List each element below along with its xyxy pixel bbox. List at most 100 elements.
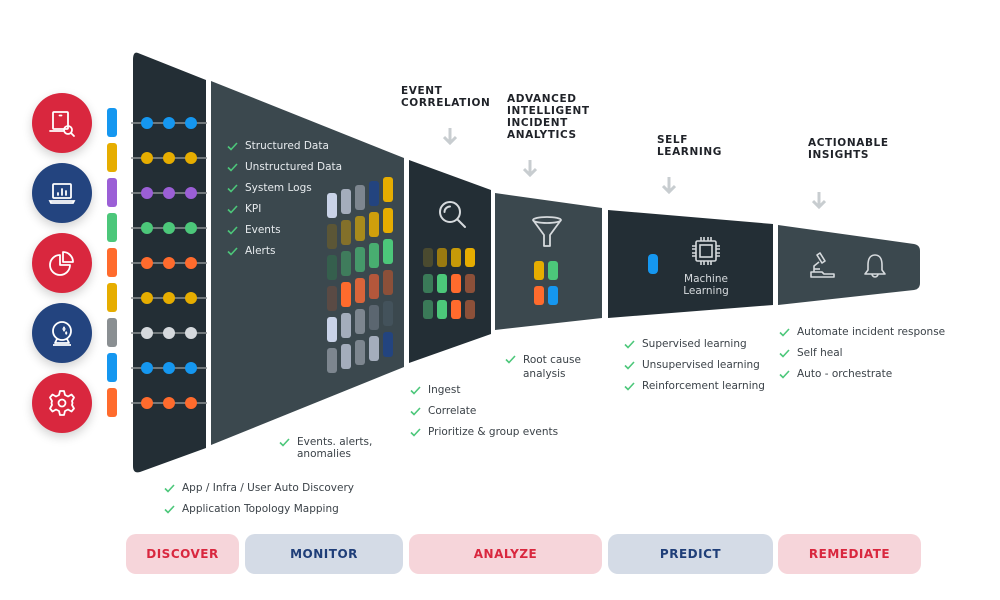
grid-cell bbox=[355, 340, 365, 365]
monitor-output-list: Events. alerts, anomalies bbox=[279, 436, 372, 460]
grid-cell bbox=[341, 313, 351, 338]
check-icon bbox=[624, 340, 635, 349]
check-icon bbox=[227, 163, 238, 172]
check-icon bbox=[164, 505, 175, 514]
grid-cell bbox=[451, 300, 461, 319]
check-icon bbox=[279, 438, 290, 447]
source-dot bbox=[185, 292, 197, 304]
funnel-diagram bbox=[131, 52, 920, 473]
check-icon bbox=[779, 328, 790, 337]
phase-predict[interactable]: PREDICT bbox=[608, 534, 773, 574]
source-dot bbox=[163, 327, 175, 339]
list-item: Unstructured Data bbox=[227, 161, 342, 182]
source-color-bar bbox=[107, 178, 117, 207]
correlation-features-list: Ingest Correlate Prioritize & group even… bbox=[410, 384, 558, 447]
grid-cell bbox=[383, 177, 393, 202]
grid-cell bbox=[369, 274, 379, 299]
source-dot bbox=[141, 362, 153, 374]
grid-cell bbox=[465, 248, 475, 267]
list-item: Automate incident response bbox=[779, 326, 945, 347]
grid-cell bbox=[355, 247, 365, 272]
check-icon bbox=[505, 355, 516, 364]
grid-cell bbox=[327, 286, 337, 311]
list-item: Prioritize & group events bbox=[410, 426, 558, 447]
crystal-ball-icon bbox=[52, 321, 72, 346]
grid-cell bbox=[465, 274, 475, 293]
source-dot bbox=[163, 397, 175, 409]
phase-monitor[interactable]: MONITOR bbox=[245, 534, 403, 574]
pie-chart-icon bbox=[49, 251, 74, 276]
predict-circle bbox=[32, 303, 92, 363]
source-dot bbox=[163, 187, 175, 199]
source-color-bar bbox=[107, 108, 117, 137]
grid-cell bbox=[383, 270, 393, 295]
grid-cell bbox=[437, 274, 447, 293]
source-dot bbox=[141, 117, 153, 129]
monitor-inputs-list: Structured Data Unstructured Data System… bbox=[227, 140, 342, 266]
source-dot bbox=[141, 152, 153, 164]
grid-cell bbox=[548, 286, 558, 305]
grid-cell bbox=[355, 185, 365, 210]
grid-cell bbox=[534, 286, 544, 305]
phase-remediate[interactable]: REMEDIATE bbox=[778, 534, 921, 574]
grid-cell bbox=[423, 300, 433, 319]
title-actionable-insights: ACTIONABLE INSIGHTS bbox=[808, 137, 889, 161]
analytics-features-list: Root cause analysis bbox=[505, 353, 581, 381]
source-dot bbox=[141, 397, 153, 409]
source-color-bar bbox=[107, 213, 117, 242]
title-event-correlation: EVENT CORRELATION bbox=[401, 85, 491, 109]
grid-cell bbox=[355, 278, 365, 303]
source-dot bbox=[163, 222, 175, 234]
learning-features-list: Supervised learning Unsupervised learnin… bbox=[624, 338, 765, 401]
source-color-bar bbox=[107, 283, 117, 312]
source-color-bar bbox=[107, 318, 117, 347]
machine-learning-label: Machine Learning bbox=[683, 273, 729, 297]
grid-cell bbox=[383, 239, 393, 264]
laptop-chart-icon bbox=[48, 183, 76, 204]
grid-cell bbox=[327, 255, 337, 280]
list-item: System Logs bbox=[227, 182, 342, 203]
grid-cell bbox=[383, 208, 393, 233]
list-item: KPI bbox=[227, 203, 342, 224]
check-icon bbox=[227, 184, 238, 193]
grid-cell bbox=[451, 274, 461, 293]
list-item: Supervised learning bbox=[624, 338, 765, 359]
list-item: Ingest bbox=[410, 384, 558, 405]
list-item: Events bbox=[227, 224, 342, 245]
source-dot bbox=[185, 222, 197, 234]
grid-cell bbox=[327, 193, 337, 218]
arrow-down-icon bbox=[523, 160, 537, 178]
list-item: Self heal bbox=[779, 347, 945, 368]
source-dot bbox=[185, 362, 197, 374]
grid-cell bbox=[437, 248, 447, 267]
source-dot bbox=[185, 327, 197, 339]
discover-features-list: App / Infra / User Auto Discovery Applic… bbox=[164, 482, 354, 524]
check-icon bbox=[227, 205, 238, 214]
grid-cell bbox=[327, 348, 337, 373]
check-icon bbox=[624, 361, 635, 370]
source-dot bbox=[185, 152, 197, 164]
source-dot bbox=[163, 152, 175, 164]
grid-cell bbox=[369, 305, 379, 330]
grid-cell bbox=[369, 336, 379, 361]
source-dot bbox=[141, 327, 153, 339]
phase-analyze[interactable]: ANALYZE bbox=[409, 534, 602, 574]
source-dot bbox=[163, 292, 175, 304]
arrow-down-icon bbox=[812, 192, 826, 210]
grid-cell bbox=[355, 309, 365, 334]
laptop-search-icon bbox=[49, 111, 75, 137]
grid-cell bbox=[341, 282, 351, 307]
grid-cell bbox=[369, 212, 379, 237]
grid-cell bbox=[341, 189, 351, 214]
check-icon bbox=[410, 407, 421, 416]
grid-cell bbox=[369, 243, 379, 268]
check-icon bbox=[779, 349, 790, 358]
learning-indicator bbox=[648, 254, 658, 274]
phase-discover[interactable]: DISCOVER bbox=[126, 534, 239, 574]
check-icon bbox=[410, 386, 421, 395]
source-dot bbox=[163, 362, 175, 374]
grid-cell bbox=[437, 300, 447, 319]
list-item: Application Topology Mapping bbox=[164, 503, 354, 524]
grid-cell bbox=[355, 216, 365, 241]
grid-cell bbox=[548, 261, 558, 280]
